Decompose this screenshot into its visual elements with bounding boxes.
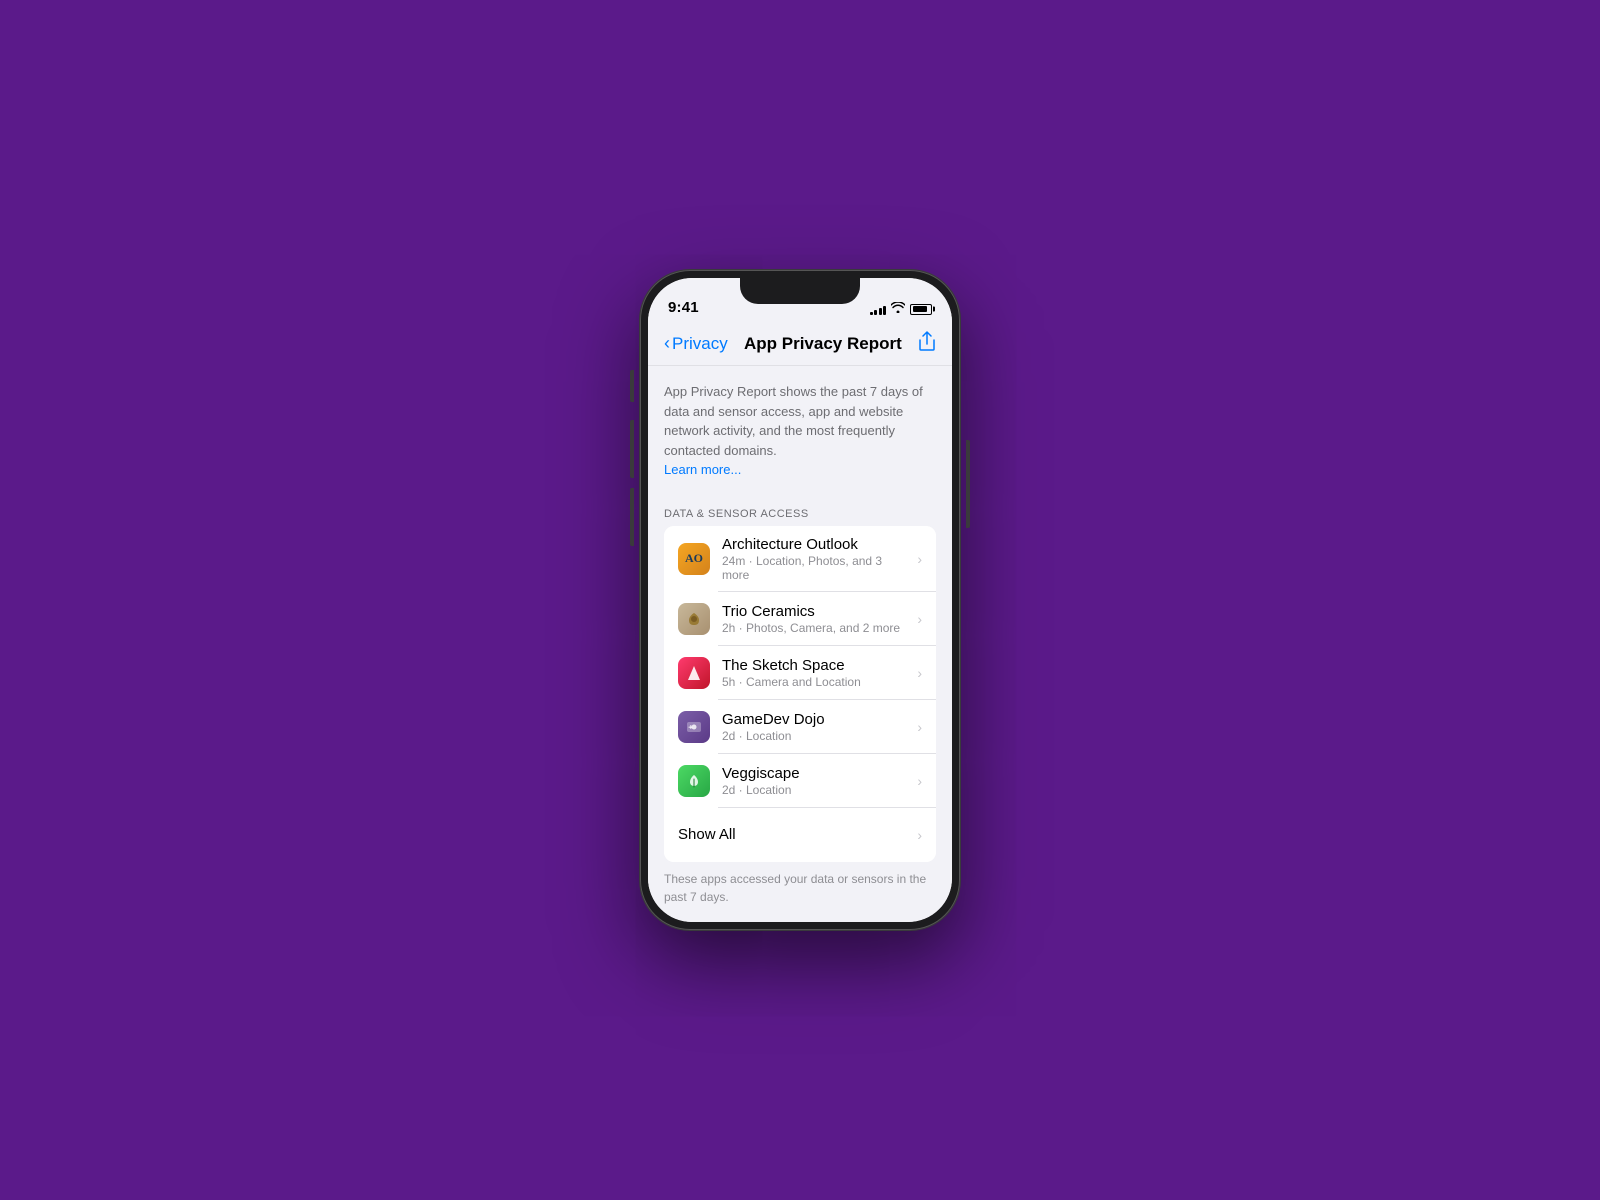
app-sub: 2h · Photos, Camera, and 2 more bbox=[722, 621, 905, 635]
item-content: Show All bbox=[678, 826, 905, 843]
signal-icon bbox=[870, 303, 887, 315]
app-name: Trio Ceramics bbox=[722, 603, 905, 620]
show-all-label: Show All bbox=[678, 826, 905, 843]
description-text: App Privacy Report shows the past 7 days… bbox=[664, 382, 936, 480]
app-icon-architecture-outlook: AO bbox=[678, 543, 710, 575]
chevron-left-icon: ‹ bbox=[664, 333, 670, 354]
back-label: Privacy bbox=[672, 334, 728, 354]
chevron-right-icon: › bbox=[917, 827, 922, 843]
app-sub: 2d · Location bbox=[722, 729, 905, 743]
notch bbox=[740, 278, 860, 304]
network-activity-header: APP NETWORK ACTIVITY bbox=[648, 918, 952, 923]
chevron-right-icon: › bbox=[917, 773, 922, 789]
back-button[interactable]: ‹ Privacy bbox=[664, 333, 728, 354]
data-sensor-header: DATA & SENSOR ACCESS bbox=[648, 492, 952, 526]
wifi-icon bbox=[891, 302, 905, 316]
item-content: The Sketch Space 5h · Camera and Locatio… bbox=[722, 657, 905, 689]
phone-frame: 9:41 bbox=[640, 270, 960, 930]
item-content: GameDev Dojo 2d · Location bbox=[722, 711, 905, 743]
app-name: GameDev Dojo bbox=[722, 711, 905, 728]
app-sub: 5h · Camera and Location bbox=[722, 675, 905, 689]
learn-more-link[interactable]: Learn more... bbox=[664, 462, 741, 477]
app-icon-gamedev-dojo bbox=[678, 711, 710, 743]
app-name: Veggiscape bbox=[722, 765, 905, 782]
list-item[interactable]: AO Architecture Outlook 24m · Location, … bbox=[664, 526, 936, 592]
list-item[interactable]: Veggiscape 2d · Location › bbox=[664, 754, 936, 808]
chevron-right-icon: › bbox=[917, 665, 922, 681]
sensor-footnote: These apps accessed your data or sensors… bbox=[648, 862, 952, 918]
show-all-item[interactable]: Show All › bbox=[664, 808, 936, 862]
list-item[interactable]: GameDev Dojo 2d · Location › bbox=[664, 700, 936, 754]
volume-up-button bbox=[630, 420, 634, 478]
page-title: App Privacy Report bbox=[728, 334, 918, 354]
item-content: Veggiscape 2d · Location bbox=[722, 765, 905, 797]
app-icon-trio-ceramics bbox=[678, 603, 710, 635]
app-name: The Sketch Space bbox=[722, 657, 905, 674]
app-icon-sketch-space bbox=[678, 657, 710, 689]
app-sub: 2d · Location bbox=[722, 783, 905, 797]
mute-button bbox=[630, 370, 634, 402]
status-icons bbox=[870, 302, 933, 316]
battery-icon bbox=[910, 304, 932, 315]
chevron-right-icon: › bbox=[917, 551, 922, 567]
chevron-right-icon: › bbox=[917, 611, 922, 627]
navigation-bar: ‹ Privacy App Privacy Report bbox=[648, 322, 952, 366]
status-time: 9:41 bbox=[668, 299, 699, 316]
list-item[interactable]: The Sketch Space 5h · Camera and Locatio… bbox=[664, 646, 936, 700]
description-section: App Privacy Report shows the past 7 days… bbox=[648, 366, 952, 492]
app-name: Architecture Outlook bbox=[722, 536, 905, 553]
app-sub: 24m · Location, Photos, and 3 more bbox=[722, 554, 905, 582]
list-item[interactable]: Trio Ceramics 2h · Photos, Camera, and 2… bbox=[664, 592, 936, 646]
phone-screen: 9:41 bbox=[648, 278, 952, 922]
volume-down-button bbox=[630, 488, 634, 546]
item-content: Architecture Outlook 24m · Location, Pho… bbox=[722, 536, 905, 582]
item-content: Trio Ceramics 2h · Photos, Camera, and 2… bbox=[722, 603, 905, 635]
scroll-area[interactable]: App Privacy Report shows the past 7 days… bbox=[648, 366, 952, 922]
chevron-right-icon: › bbox=[917, 719, 922, 735]
power-button bbox=[966, 440, 970, 528]
app-icon-veggiscape bbox=[678, 765, 710, 797]
data-sensor-list: AO Architecture Outlook 24m · Location, … bbox=[664, 526, 936, 862]
share-button[interactable] bbox=[918, 331, 936, 357]
